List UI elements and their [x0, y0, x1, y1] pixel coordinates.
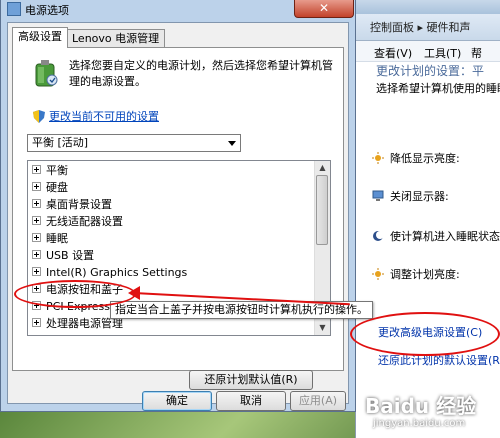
- expand-icon[interactable]: [32, 250, 41, 259]
- change-unavailable-settings-text: 更改当前不可用的设置: [49, 110, 159, 123]
- baidu-logo: Baidu 经验: [365, 394, 477, 418]
- expand-icon[interactable]: [32, 199, 41, 208]
- tree-item[interactable]: USB 设置: [32, 247, 94, 264]
- tree-item-label: 硬盘: [46, 181, 68, 194]
- power-plan-select[interactable]: 平衡 [活动]: [27, 134, 241, 152]
- breadcrumb[interactable]: 控制面板 ▸ 硬件和声: [370, 19, 471, 35]
- tree-item[interactable]: 睡眠: [32, 230, 68, 247]
- tree-item-label: 平衡: [46, 164, 68, 177]
- menu-view[interactable]: 查看(V): [374, 45, 412, 61]
- tree-item-label: USB 设置: [46, 249, 95, 262]
- tree-item[interactable]: 无线适配器设置: [32, 213, 123, 230]
- tree-item[interactable]: Intel(R) Graphics Settings: [32, 264, 187, 281]
- setting-turn-off-display-label: 关闭显示器:: [390, 190, 449, 203]
- tree-item[interactable]: 桌面背景设置: [32, 196, 112, 213]
- tree-item-label: Intel(R) Graphics Settings: [46, 266, 188, 279]
- tree-item[interactable]: 平衡: [32, 162, 68, 179]
- apply-button[interactable]: 应用(A): [290, 391, 346, 411]
- expand-icon[interactable]: [32, 267, 41, 276]
- annotation-arrow-head-icon: [128, 286, 140, 300]
- setting-sleep-label: 使计算机进入睡眠状态: [390, 230, 500, 243]
- expand-icon[interactable]: [32, 165, 41, 174]
- dialog-title: 电源选项: [7, 2, 69, 18]
- menu-tools[interactable]: 工具(T): [424, 45, 461, 61]
- change-unavailable-settings-link[interactable]: 更改当前不可用的设置: [33, 108, 159, 124]
- power-options-dialog: 电源选项 ✕ 高级设置 Lenovo 电源管理 选择您要自定义的电源计划，然后选…: [0, 0, 356, 412]
- dialog-title-text: 电源选项: [25, 4, 69, 17]
- setting-sleep: 使计算机进入睡眠状态: [372, 228, 500, 244]
- control-panel-window: 控制面板 ▸ 硬件和声 查看(V) 工具(T) 帮 更改计划的设置：平 选择希望…: [355, 0, 500, 438]
- restore-plan-defaults-button[interactable]: 还原计划默认值(R): [189, 370, 313, 390]
- panel-description: 选择您要自定义的电源计划，然后选择您希望计算机管理的电源设置。: [69, 59, 333, 88]
- battery-icon: [35, 60, 58, 87]
- sun-icon: [372, 268, 384, 280]
- expand-icon[interactable]: [32, 216, 41, 225]
- dialog-content: 高级设置 Lenovo 电源管理 选择您要自定义的电源计划，然后选择您希望计算机…: [7, 22, 349, 411]
- control-panel-titlebar: [356, 0, 500, 14]
- tab-lenovo-power-management[interactable]: Lenovo 电源管理: [66, 29, 166, 47]
- moon-icon: [373, 231, 384, 241]
- cancel-button[interactable]: 取消: [216, 391, 286, 411]
- power-options-icon: [7, 2, 21, 16]
- address-bar[interactable]: 控制面板 ▸ 硬件和声: [356, 14, 500, 41]
- control-panel-menubar: 查看(V) 工具(T) 帮: [356, 41, 500, 62]
- monitor-icon: [372, 190, 384, 201]
- watermark-url: jingyan.baidu.com: [373, 418, 466, 429]
- tree-item-label: 睡眠: [46, 232, 68, 245]
- watermark: Baidu 经验 jingyan.baidu.com: [355, 390, 500, 438]
- setting-brightness: 调整计划亮度:: [372, 266, 460, 282]
- power-plan-select-value: 平衡 [活动]: [32, 136, 89, 149]
- advanced-settings-panel: 选择您要自定义的电源计划，然后选择您希望计算机管理的电源设置。 更改当前不可用的…: [12, 47, 344, 390]
- setting-brightness-label: 调整计划亮度:: [390, 268, 460, 281]
- setting-dim-display-label: 降低显示亮度:: [390, 152, 460, 165]
- menu-help[interactable]: 帮: [471, 45, 482, 61]
- scrollbar-thumb[interactable]: [316, 175, 328, 245]
- tab-advanced-settings[interactable]: 高级设置: [12, 27, 68, 48]
- expand-icon[interactable]: [32, 318, 41, 327]
- plan-settings-heading: 更改计划的设置：平: [376, 64, 485, 78]
- tree-item[interactable]: 硬盘: [32, 179, 68, 196]
- uac-shield-icon: [33, 110, 45, 123]
- tree-item-label: 无线适配器设置: [46, 215, 123, 228]
- scroll-up-icon[interactable]: ▲: [317, 163, 328, 173]
- setting-turn-off-display: 关闭显示器:: [372, 188, 449, 204]
- tree-item-label: 桌面背景设置: [46, 198, 112, 211]
- plan-settings-sub: 选择希望计算机使用的睡眠: [376, 82, 500, 95]
- scroll-down-icon[interactable]: ▼: [317, 323, 328, 333]
- ok-button[interactable]: 确定: [142, 391, 212, 411]
- control-panel-body: 更改计划的设置：平 选择希望计算机使用的睡眠 降低显示亮度: 关闭显示器: 使计…: [356, 62, 500, 438]
- setting-dim-display: 降低显示亮度:: [372, 150, 460, 166]
- expand-icon[interactable]: [32, 233, 41, 242]
- chevron-down-icon: [228, 141, 236, 146]
- annotation-ellipse-advanced-link: [350, 312, 500, 356]
- sun-icon: [372, 152, 384, 164]
- close-button[interactable]: ✕: [294, 0, 354, 18]
- expand-icon[interactable]: [32, 182, 41, 191]
- annotation-ellipse-tree-item: [14, 280, 136, 308]
